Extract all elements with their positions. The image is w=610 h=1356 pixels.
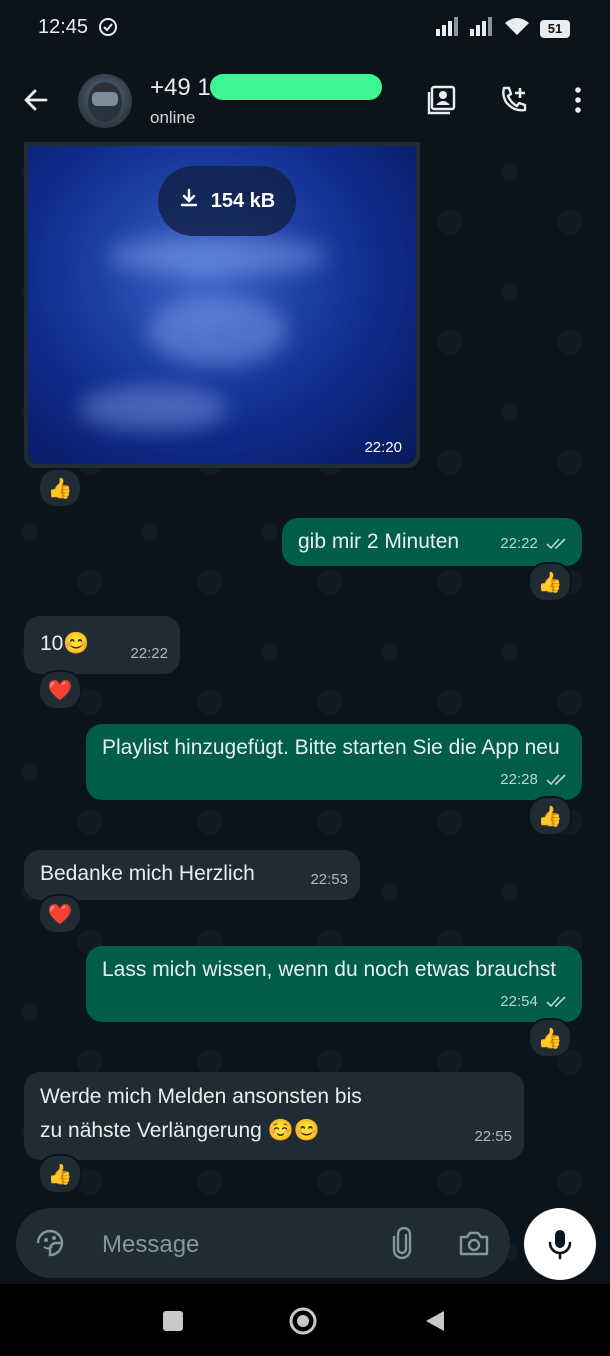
back-nav-icon[interactable] (420, 1306, 450, 1336)
arrow-left-icon[interactable] (18, 82, 54, 118)
message-text: Werde mich Melden ansonsten bis zu nähst… (40, 1085, 362, 1142)
reaction-badge[interactable]: 👍 (528, 1018, 572, 1058)
message-time: 22:53 (310, 871, 348, 888)
message-text: Lass mich wissen, wenn du noch etwas bra… (102, 958, 557, 981)
status-time: 12:45 (38, 16, 89, 38)
message-time: 22:22 (500, 535, 538, 552)
reaction-badge[interactable]: 👍 (38, 1154, 82, 1194)
name-redaction (210, 74, 382, 100)
message-time: 22:55 (474, 1128, 512, 1145)
contact-name[interactable]: +49 1 (150, 74, 211, 102)
signal-icon (470, 16, 494, 41)
message-time: 22:22 (130, 645, 168, 662)
camera-icon[interactable] (456, 1225, 492, 1261)
double-check-icon (546, 996, 566, 1008)
file-size: 154 kB (210, 189, 276, 212)
reaction-badge[interactable]: 👍 (528, 562, 572, 602)
download-button[interactable]: 154 kB (158, 166, 296, 236)
double-check-icon (546, 538, 566, 550)
outgoing-message[interactable]: Lass mich wissen, wenn du noch etwas bra… (86, 946, 582, 1022)
outgoing-message[interactable]: Playlist hinzugefügt. Bitte starten Sie … (86, 724, 582, 800)
incoming-message[interactable]: Werde mich Melden ansonsten bis zu nähst… (24, 1072, 524, 1160)
message-text: gib mir 2 Minuten (298, 530, 460, 553)
incoming-message[interactable]: Bedanke mich Herzlich 22:53 (24, 850, 360, 900)
reaction-badge[interactable]: 👍 (38, 468, 82, 508)
incoming-message[interactable]: 10😊 22:22 (24, 616, 180, 674)
download-icon (179, 188, 199, 214)
composer (0, 1196, 610, 1284)
microphone-icon[interactable] (524, 1208, 596, 1280)
phone-plus-icon[interactable] (496, 82, 532, 118)
message-text: 10😊 (40, 632, 90, 655)
outgoing-message[interactable]: gib mir 2 Minuten 22:22 (282, 518, 582, 566)
home-icon[interactable] (288, 1306, 318, 1336)
blurred-image[interactable]: 154 kB 22:20 (28, 146, 416, 464)
contact-card-icon[interactable] (424, 82, 460, 118)
message-text: Playlist hinzugefügt. Bitte starten Sie … (102, 736, 560, 759)
message-meta: 22:22 (500, 530, 570, 558)
message-meta: 22:28 (500, 766, 570, 794)
message-text: Bedanke mich Herzlich (40, 862, 255, 885)
status-icons: 51 (436, 16, 570, 41)
whatsapp-status-icon (98, 17, 118, 37)
message-input-box[interactable] (16, 1208, 510, 1278)
sticker-icon[interactable] (32, 1225, 68, 1261)
avatar[interactable] (78, 74, 132, 128)
message-time: 22:28 (500, 771, 538, 788)
more-vertical-icon[interactable] (560, 82, 596, 118)
reaction-badge[interactable]: ❤️ (38, 894, 82, 934)
signal-icon (436, 16, 460, 41)
status-bar: 12:45 51 (0, 0, 610, 52)
message-time: 22:20 (364, 439, 402, 456)
wifi-icon (504, 16, 530, 41)
paperclip-icon[interactable] (384, 1225, 420, 1261)
reaction-badge[interactable]: ❤️ (38, 670, 82, 710)
message-time: 22:54 (500, 993, 538, 1010)
message-input[interactable] (100, 1230, 384, 1260)
battery-icon: 51 (540, 19, 570, 38)
reaction-badge[interactable]: 👍 (528, 796, 572, 836)
media-message[interactable]: 154 kB 22:20 (24, 142, 420, 468)
chat-header: +49 1 online (0, 52, 610, 142)
recents-icon[interactable] (158, 1306, 188, 1336)
chat-area[interactable]: 154 kB 22:20 👍 gib mir 2 Minuten 22:22 👍… (0, 142, 610, 1284)
contact-status: online (150, 108, 196, 127)
double-check-icon (546, 774, 566, 786)
message-meta: 22:54 (500, 988, 570, 1016)
system-navigation-bar (0, 1284, 610, 1356)
